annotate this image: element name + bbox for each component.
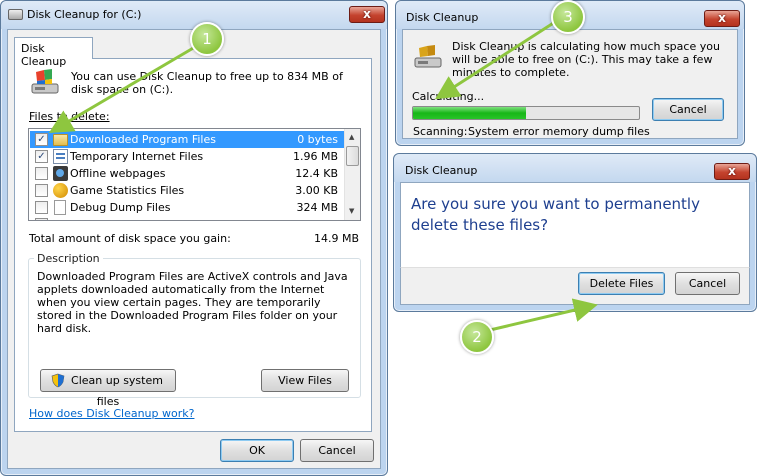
files-label-text: Files to delete: — [29, 110, 110, 123]
file-name: Downloaded Program Files — [70, 133, 216, 146]
scrollbar-thumb[interactable] — [346, 146, 359, 166]
how-does-disk-cleanup-work-link[interactable]: How does Disk Cleanup work? — [29, 407, 194, 420]
shield-icon — [51, 373, 65, 388]
folder-icon — [53, 134, 68, 146]
confirm-question: Are you sure you want to permanently del… — [411, 195, 700, 234]
disk-cleanup-icon — [414, 45, 442, 68]
checkbox-debug-dump-files[interactable] — [35, 201, 48, 214]
checkbox-offline-webpages[interactable] — [35, 167, 48, 180]
files-list-scrollbar[interactable]: ▲ ▼ — [344, 129, 360, 220]
file-name: Game Statistics Files — [70, 184, 185, 197]
total-gain-value: 14.9 MB — [314, 232, 360, 245]
main-window-title: Disk Cleanup for (C:) — [27, 8, 142, 21]
ok-button[interactable]: OK — [220, 439, 294, 462]
scroll-down-arrow-icon[interactable]: ▼ — [349, 207, 354, 215]
scroll-up-arrow-icon[interactable]: ▲ — [349, 133, 354, 141]
delete-files-button[interactable]: Delete Files — [578, 272, 665, 295]
files-list[interactable]: ✓ Downloaded Program Files 0 bytes ✓ Tem… — [28, 128, 361, 221]
view-files-button[interactable]: View Files — [261, 369, 349, 392]
tab-disk-cleanup[interactable]: Disk Cleanup — [14, 37, 93, 68]
main-window-titlebar[interactable]: Disk Cleanup for (C:) x — [1, 1, 387, 29]
file-size: 1.96 MB — [292, 150, 338, 163]
file-size: 3.00 KB — [295, 184, 338, 197]
main-cancel-button[interactable]: Cancel — [300, 439, 374, 462]
file-name: Offline webpages — [70, 167, 166, 180]
confirm-window-titlebar[interactable]: Disk Cleanup x — [394, 154, 756, 182]
step-marker-3: 3 — [551, 0, 585, 34]
description-title: Description — [34, 252, 103, 265]
internet-files-icon — [53, 149, 68, 164]
list-item[interactable]: ✓ Temporary Internet Files 1.96 MB — [30, 148, 344, 165]
disk-cleanup-icon — [31, 69, 59, 94]
scanning-label: Scanning: — [413, 125, 468, 138]
clean-up-system-files-button[interactable]: Clean up system files — [40, 369, 176, 408]
file-icon — [54, 200, 66, 215]
description-text: Downloaded Program Files are ActiveX con… — [37, 270, 348, 335]
calc-window-title: Disk Cleanup — [406, 11, 479, 24]
step-marker-1: 1 — [190, 22, 224, 56]
game-statistics-icon — [53, 183, 68, 198]
list-item[interactable]: Game Statistics Files 3.00 KB — [30, 182, 344, 199]
file-size: 324 MB — [296, 201, 338, 214]
progress-fill — [413, 107, 526, 119]
checkbox-partial[interactable] — [35, 218, 48, 220]
calc-progress-bar — [412, 106, 640, 120]
main-window-close-button[interactable]: x — [349, 6, 385, 23]
list-item[interactable]: Debug Dump Files 324 MB — [30, 199, 344, 216]
list-item[interactable]: Offline webpages 12.4 KB — [30, 165, 344, 182]
calc-window-close-button[interactable]: x — [704, 10, 740, 27]
files-to-delete-label: Files to delete: — [29, 110, 110, 123]
scanning-item: System error memory dump files — [468, 125, 650, 138]
step-marker-2: 2 — [460, 320, 494, 354]
calc-message: Disk Cleanup is calculating how much spa… — [452, 40, 720, 79]
confirm-cancel-button[interactable]: Cancel — [675, 272, 740, 295]
checkbox-game-statistics-files[interactable] — [35, 184, 48, 197]
file-name: Debug Dump Files — [70, 201, 171, 214]
calc-cancel-button[interactable]: Cancel — [652, 98, 724, 121]
checkbox-temporary-internet-files[interactable]: ✓ — [35, 150, 48, 163]
list-item[interactable]: ✓ Downloaded Program Files 0 bytes — [30, 131, 344, 148]
file-size: 12.4 KB — [295, 167, 338, 180]
calculating-label: Calculating... — [412, 90, 485, 103]
total-gain-label: Total amount of disk space you gain: — [29, 232, 231, 245]
drive-icon — [8, 9, 23, 20]
list-item-partial — [30, 216, 344, 220]
file-name: Temporary Internet Files — [70, 150, 204, 163]
checkbox-downloaded-program-files[interactable]: ✓ — [35, 133, 48, 146]
confirm-window-close-button[interactable]: x — [714, 163, 750, 180]
confirm-window-title: Disk Cleanup — [405, 164, 478, 177]
file-size: 0 bytes — [297, 133, 338, 146]
main-intro-text: You can use Disk Cleanup to free up to 8… — [71, 70, 343, 96]
offline-webpages-icon — [53, 166, 68, 181]
